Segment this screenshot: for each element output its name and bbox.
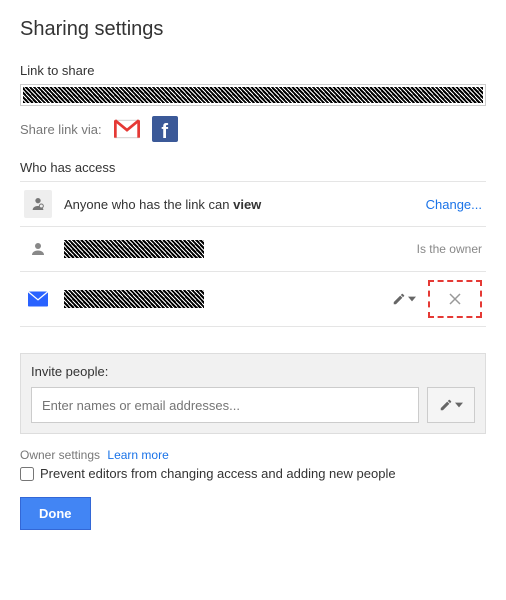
who-has-access-label: Who has access	[20, 160, 486, 175]
envelope-icon	[24, 285, 52, 313]
share-via-label: Share link via:	[20, 122, 102, 137]
link-person-icon	[24, 190, 52, 218]
pencil-icon	[439, 398, 453, 412]
dialog-title: Sharing settings	[20, 18, 486, 41]
prevent-editors-checkbox[interactable]	[20, 467, 34, 481]
invite-section: Invite people:	[20, 353, 486, 434]
owner-name	[64, 240, 417, 258]
learn-more-link[interactable]: Learn more	[107, 448, 168, 462]
prevent-editors-label: Prevent editors from changing access and…	[40, 466, 396, 481]
access-row-link: Anyone who has the link can view Change.…	[20, 182, 486, 227]
pencil-icon	[392, 292, 406, 306]
remove-highlight-box	[428, 280, 482, 318]
person-icon	[24, 235, 52, 263]
gmail-icon[interactable]	[114, 116, 140, 142]
owner-settings-section: Owner settings Learn more Prevent editor…	[20, 448, 486, 481]
redacted-name	[64, 290, 204, 308]
facebook-icon[interactable]: f	[152, 116, 178, 142]
invite-input[interactable]	[31, 387, 419, 423]
permission-dropdown[interactable]	[388, 288, 420, 310]
invite-label: Invite people:	[31, 364, 475, 379]
access-list: Anyone who has the link can view Change.…	[20, 181, 486, 327]
redacted-link-value	[23, 87, 483, 103]
chevron-down-icon	[455, 401, 463, 409]
invite-permission-dropdown[interactable]	[427, 387, 475, 423]
link-to-share-label: Link to share	[20, 63, 486, 78]
access-row-text: Anyone who has the link can view	[64, 197, 426, 212]
change-link[interactable]: Change...	[426, 197, 482, 212]
owner-settings-label: Owner settings	[20, 448, 100, 462]
access-row-owner: Is the owner	[20, 227, 486, 272]
close-icon	[449, 293, 461, 305]
access-row-editor	[20, 272, 486, 327]
done-button[interactable]: Done	[20, 497, 91, 530]
share-link-input[interactable]	[20, 84, 486, 106]
chevron-down-icon	[408, 295, 416, 303]
redacted-name	[64, 240, 204, 258]
owner-status: Is the owner	[417, 242, 482, 256]
editor-name	[64, 290, 388, 308]
remove-user-button[interactable]	[436, 284, 474, 314]
